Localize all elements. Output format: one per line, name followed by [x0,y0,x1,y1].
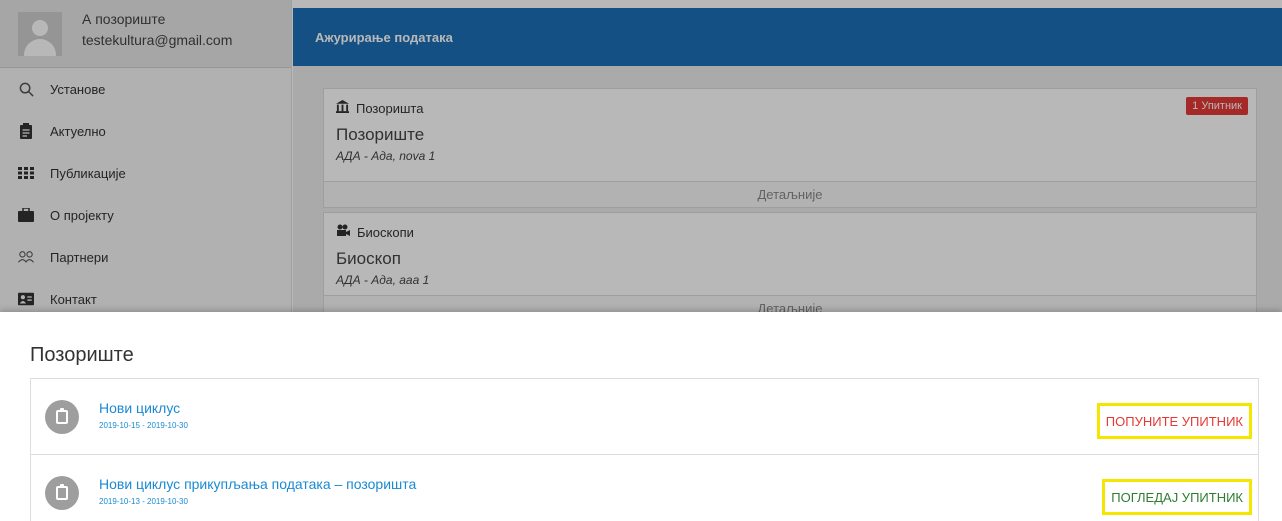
cycle-list: Нови циклус 2019-10-15 - 2019-10-30 ПОПУ… [30,378,1259,521]
cycle-dates: 2019-10-13 - 2019-10-30 [99,497,188,506]
bottom-sheet: Позориште Нови циклус 2019-10-15 - 2019-… [0,312,1282,521]
modal-backdrop[interactable] [0,0,1282,312]
cycle-title[interactable]: Нови циклус [99,400,180,416]
view-questionnaire-button[interactable]: ПОГЛЕДАЈ УПИТНИК [1102,479,1252,515]
background-app: А позориште testekultura@gmail.com Устан… [0,0,1282,312]
fill-questionnaire-button[interactable]: ПОПУНИТЕ УПИТНИК [1096,403,1252,439]
list-item: Нови циклус 2019-10-15 - 2019-10-30 ПОПУ… [31,379,1258,455]
sheet-title: Позориште [30,344,134,366]
cycle-dates: 2019-10-15 - 2019-10-30 [99,421,188,430]
clipboard-icon [45,476,79,510]
cycle-title[interactable]: Нови циклус прикупљања података – позори… [99,476,416,492]
list-item: Нови циклус прикупљања података – позори… [31,455,1258,521]
clipboard-icon [45,400,79,434]
